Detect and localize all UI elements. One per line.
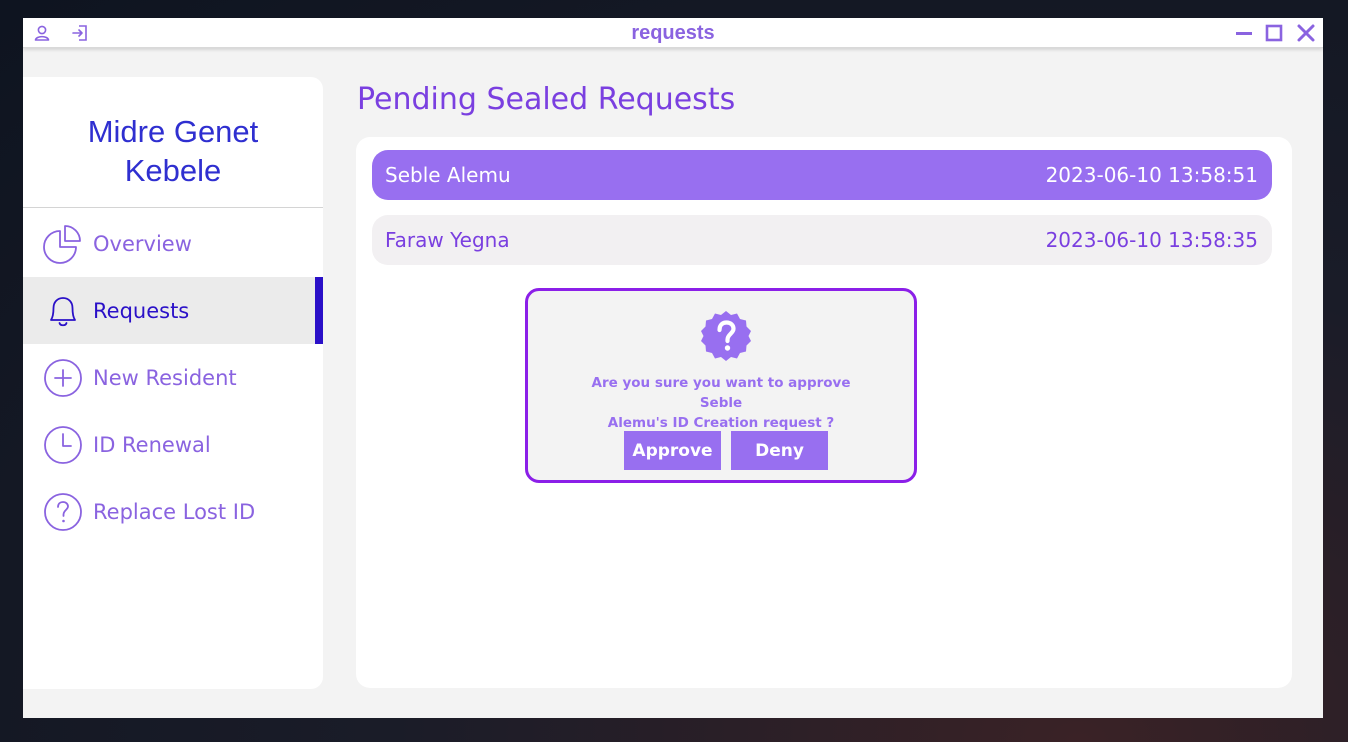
minimize-icon[interactable] xyxy=(1234,23,1254,43)
request-row[interactable]: Seble Alemu 2023-06-10 13:58:51 xyxy=(372,150,1272,200)
help-circle-icon xyxy=(43,492,83,532)
maximize-icon[interactable] xyxy=(1264,23,1284,43)
sidebar-item-label: Replace Lost ID xyxy=(93,499,256,524)
request-timestamp: 2023-06-10 13:58:51 xyxy=(1045,163,1258,187)
plus-circle-icon xyxy=(43,358,83,398)
dialog-message: Are you sure you want to approve Seble A… xyxy=(568,373,874,433)
sidebar-item-replace-lost-id[interactable]: Replace Lost ID xyxy=(23,478,323,545)
title-bar: requests xyxy=(23,18,1323,48)
brand-divider xyxy=(23,207,323,208)
brand-line2: Kebele xyxy=(124,153,222,188)
sidebar: Midre Genet Kebele Overview Requests New… xyxy=(23,77,323,689)
approve-button[interactable]: Approve xyxy=(624,431,721,470)
close-icon[interactable] xyxy=(1296,23,1316,43)
brand-line1: Midre Genet xyxy=(87,114,259,149)
window-title: requests xyxy=(631,22,715,44)
page-title: Pending Sealed Requests xyxy=(357,82,736,117)
app-window: requests Midre Genet Kebele Overview Req xyxy=(23,18,1323,718)
question-badge-icon xyxy=(700,310,752,362)
sidebar-item-requests[interactable]: Requests xyxy=(23,277,323,344)
bell-icon xyxy=(43,291,83,331)
request-row[interactable]: Faraw Yegna 2023-06-10 13:58:35 xyxy=(372,215,1272,265)
sidebar-item-label: ID Renewal xyxy=(93,432,211,457)
confirm-dialog: Are you sure you want to approve Seble A… xyxy=(525,288,917,483)
request-timestamp: 2023-06-10 13:58:35 xyxy=(1045,228,1258,252)
sidebar-item-label: Overview xyxy=(93,231,192,256)
request-name: Seble Alemu xyxy=(385,163,511,187)
sidebar-item-id-renewal[interactable]: ID Renewal xyxy=(23,411,323,478)
sidebar-item-label: Requests xyxy=(93,298,190,323)
clock-icon xyxy=(43,425,83,465)
request-name: Faraw Yegna xyxy=(385,228,510,252)
deny-button[interactable]: Deny xyxy=(731,431,828,470)
sidebar-item-new-resident[interactable]: New Resident xyxy=(23,344,323,411)
sidebar-item-overview[interactable]: Overview xyxy=(23,210,323,277)
dialog-message-line1: Are you sure you want to approve Seble xyxy=(591,375,851,411)
brand-title: Midre Genet Kebele xyxy=(23,112,323,190)
sidebar-item-label: New Resident xyxy=(93,365,237,390)
dialog-message-line2: Alemu's ID Creation request ? xyxy=(607,415,835,431)
pie-chart-icon xyxy=(43,224,83,264)
